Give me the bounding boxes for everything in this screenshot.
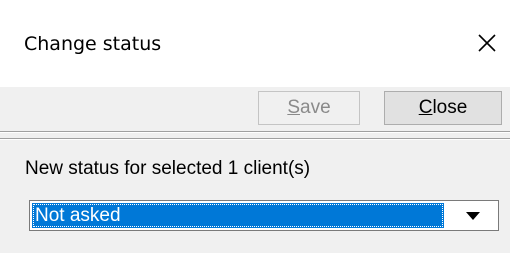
status-select-value: Not asked (32, 203, 444, 228)
divider (0, 138, 510, 140)
chevron-down-icon (466, 212, 480, 220)
title-bar: Change status (0, 0, 510, 87)
close-button[interactable]: Close (384, 91, 502, 125)
close-mnemonic: C (418, 97, 433, 118)
save-mnemonic: S (287, 97, 301, 118)
change-status-dialog: Change status Save Close New status for … (0, 0, 510, 253)
dialog-title: Change status (24, 33, 162, 55)
dropdown-button[interactable] (449, 201, 498, 230)
save-label-rest: ave (300, 97, 331, 118)
save-button[interactable]: Save (258, 91, 360, 125)
status-select[interactable]: Not asked (29, 200, 499, 231)
close-label-rest: lose (432, 97, 468, 118)
status-prompt-label: New status for selected 1 client(s) (25, 158, 311, 179)
close-icon[interactable] (476, 32, 498, 54)
divider (0, 131, 510, 133)
